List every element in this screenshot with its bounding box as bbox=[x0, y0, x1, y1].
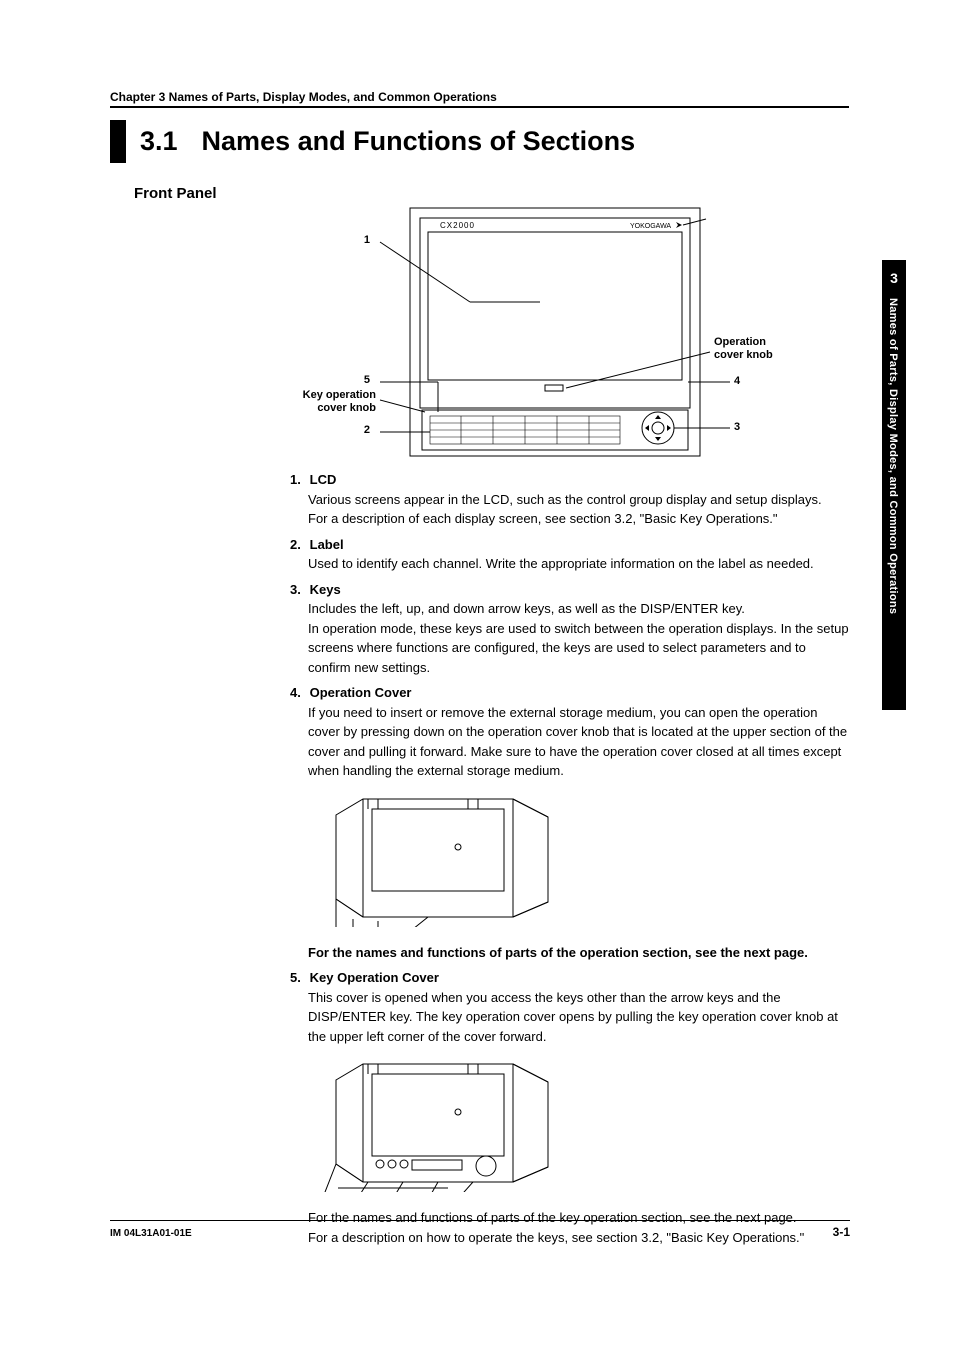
item1-body: Various screens appear in the LCD, such … bbox=[308, 490, 849, 529]
device-brand-label: YOKOGAWA bbox=[630, 223, 671, 230]
item1-number: 1. bbox=[290, 470, 306, 490]
item5-title: Key Operation Cover bbox=[310, 970, 439, 985]
front-panel-figure: CX2000 YOKOGAWA bbox=[290, 202, 849, 462]
side-tab-text: Names of Parts, Display Modes, and Commo… bbox=[882, 294, 904, 618]
item2-number: 2. bbox=[290, 535, 306, 555]
callout-2: 2 bbox=[290, 424, 370, 437]
item5-trailer: For the names and functions of parts of … bbox=[308, 1208, 849, 1247]
chapter-header: Chapter 3 Names of Parts, Display Modes,… bbox=[110, 90, 849, 108]
item1-title: LCD bbox=[310, 472, 337, 487]
item2-title: Label bbox=[310, 537, 344, 552]
item3-number: 3. bbox=[290, 580, 306, 600]
section-title-row: 3.1 Names and Functions of Sections bbox=[110, 120, 874, 163]
footer-rule bbox=[110, 1220, 850, 1221]
title-accent-bar bbox=[110, 120, 126, 163]
key-operation-cover-diagram bbox=[308, 1052, 849, 1202]
callout-op-knob: Operation cover knob bbox=[714, 336, 773, 361]
callout-key-op-knob: Key operation cover knob bbox=[280, 389, 376, 414]
side-tab-number: 3 bbox=[882, 260, 906, 294]
callout-5: 5 bbox=[290, 374, 370, 387]
item4-number: 4. bbox=[290, 683, 306, 703]
subheading-front-panel: Front Panel bbox=[134, 185, 874, 202]
operation-cover-diagram bbox=[308, 787, 849, 937]
callout-3: 3 bbox=[734, 421, 740, 434]
callout-1: 1 bbox=[290, 234, 370, 247]
device-model-label: CX2000 bbox=[440, 221, 475, 230]
callout-4: 4 bbox=[734, 375, 740, 388]
item3-body: Includes the left, up, and down arrow ke… bbox=[308, 599, 849, 677]
footer-page-number: 3-1 bbox=[833, 1225, 850, 1239]
item5-number: 5. bbox=[290, 968, 306, 988]
item4-trailer: For the names and functions of parts of … bbox=[308, 943, 849, 963]
item3-title: Keys bbox=[310, 582, 341, 597]
item4-body: If you need to insert or remove the exte… bbox=[308, 703, 849, 781]
footer-doc-id: IM 04L31A01-01E bbox=[110, 1228, 192, 1239]
item2-body: Used to identify each channel. Write the… bbox=[308, 554, 849, 574]
item4-title: Operation Cover bbox=[310, 685, 412, 700]
section-title-text: Names and Functions of Sections bbox=[202, 120, 636, 163]
chapter-side-tab: 3 Names of Parts, Display Modes, and Com… bbox=[882, 260, 906, 710]
item5-body: This cover is opened when you access the… bbox=[308, 988, 849, 1047]
section-number: 3.1 bbox=[140, 120, 178, 163]
